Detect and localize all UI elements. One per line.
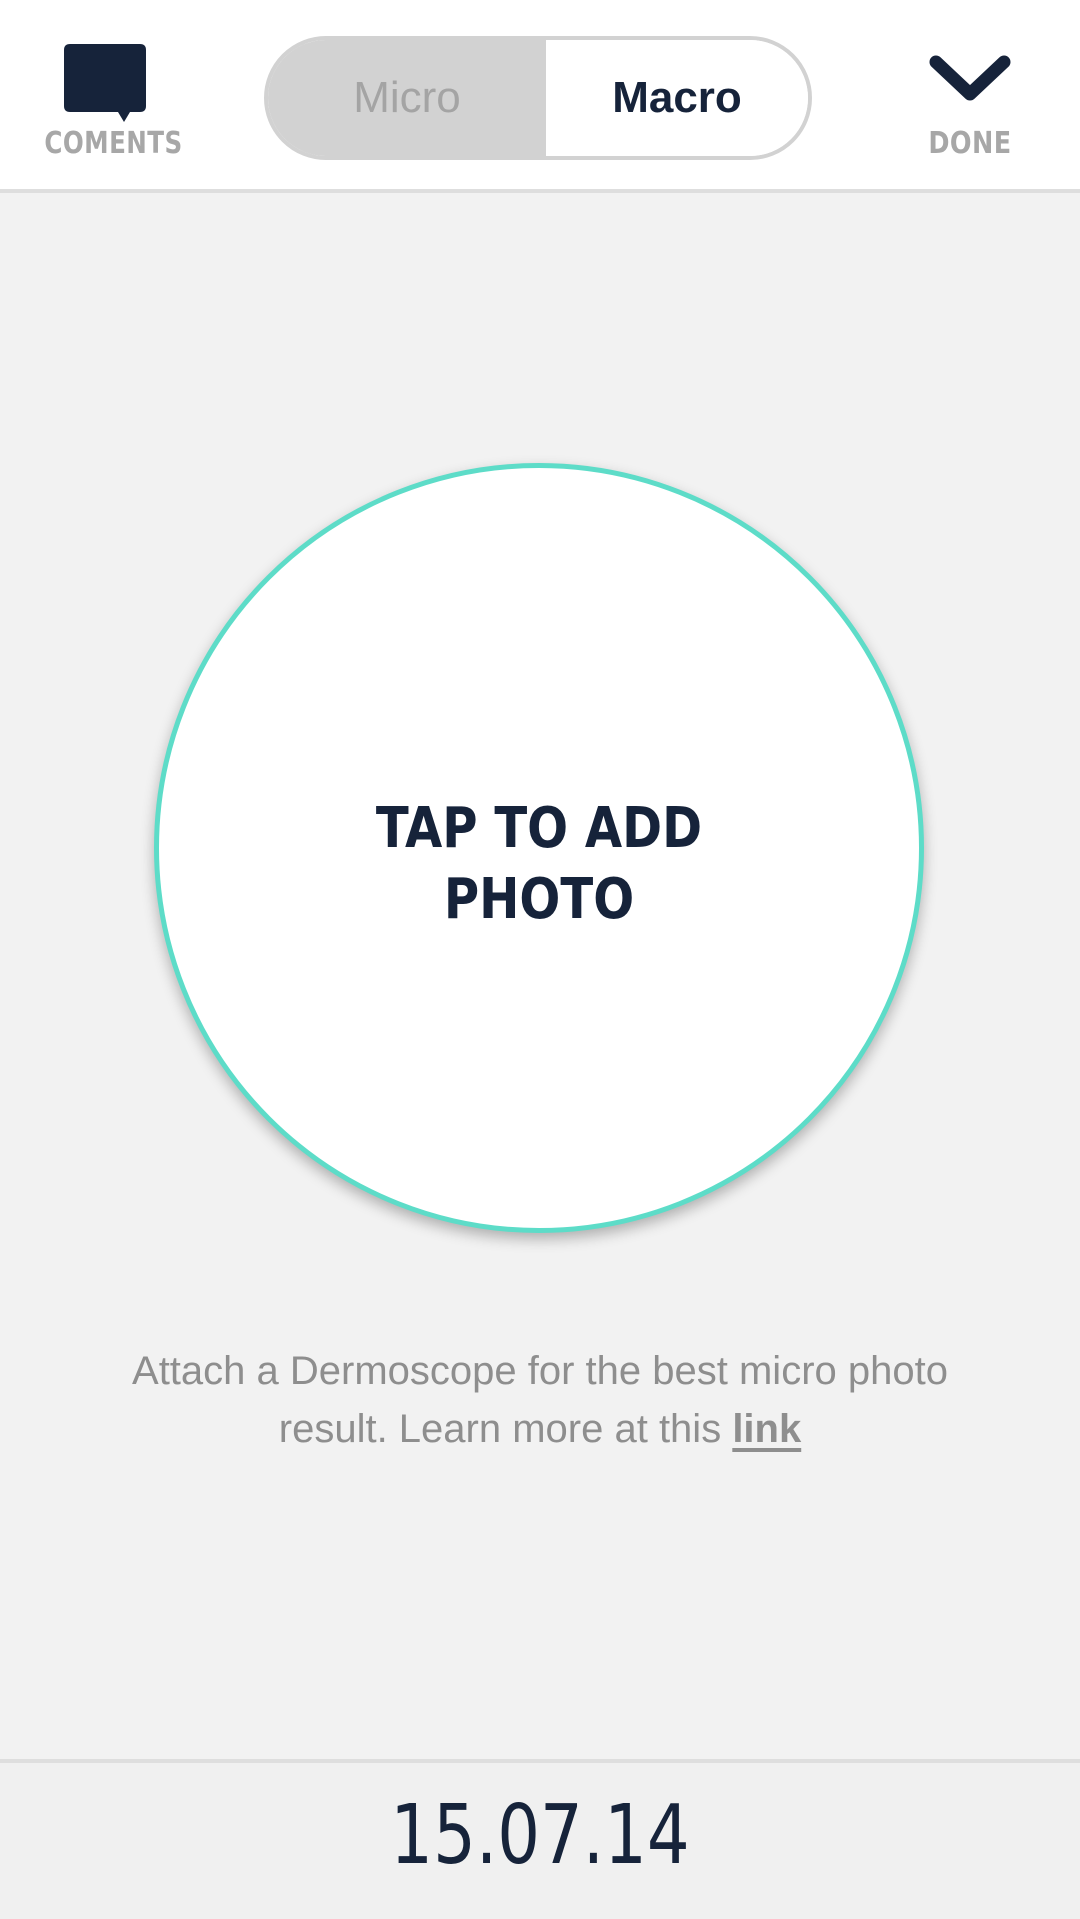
photo-date[interactable]: 15.07.14 <box>97 1781 983 1891</box>
comments-button[interactable]: COMENTS <box>30 30 190 170</box>
segment-macro[interactable]: Macro <box>546 40 808 156</box>
done-label: DONE <box>928 126 1012 161</box>
hint-text: Attach a Dermoscope for the best micro p… <box>132 1349 948 1451</box>
chevron-down-icon <box>929 55 1011 101</box>
micro-macro-toggle[interactable]: Micro Macro <box>264 36 812 160</box>
app-screen: COMENTS Micro Macro DONE TAP TO ADD PHOT… <box>0 0 1080 1919</box>
add-photo-label: TAP TO ADD PHOTO <box>375 796 703 932</box>
top-bar: COMENTS Micro Macro DONE <box>0 0 1080 193</box>
learn-more-link[interactable]: link <box>732 1407 801 1451</box>
speech-bubble-icon <box>64 44 146 122</box>
date-bar: 15.07.14 <box>0 1759 1080 1919</box>
segment-micro[interactable]: Micro <box>268 40 546 156</box>
dermoscope-hint: Attach a Dermoscope for the best micro p… <box>120 1342 960 1458</box>
done-button[interactable]: DONE <box>895 40 1045 170</box>
add-photo-button[interactable]: TAP TO ADD PHOTO <box>154 463 924 1233</box>
comments-label: COMENTS <box>44 126 183 161</box>
